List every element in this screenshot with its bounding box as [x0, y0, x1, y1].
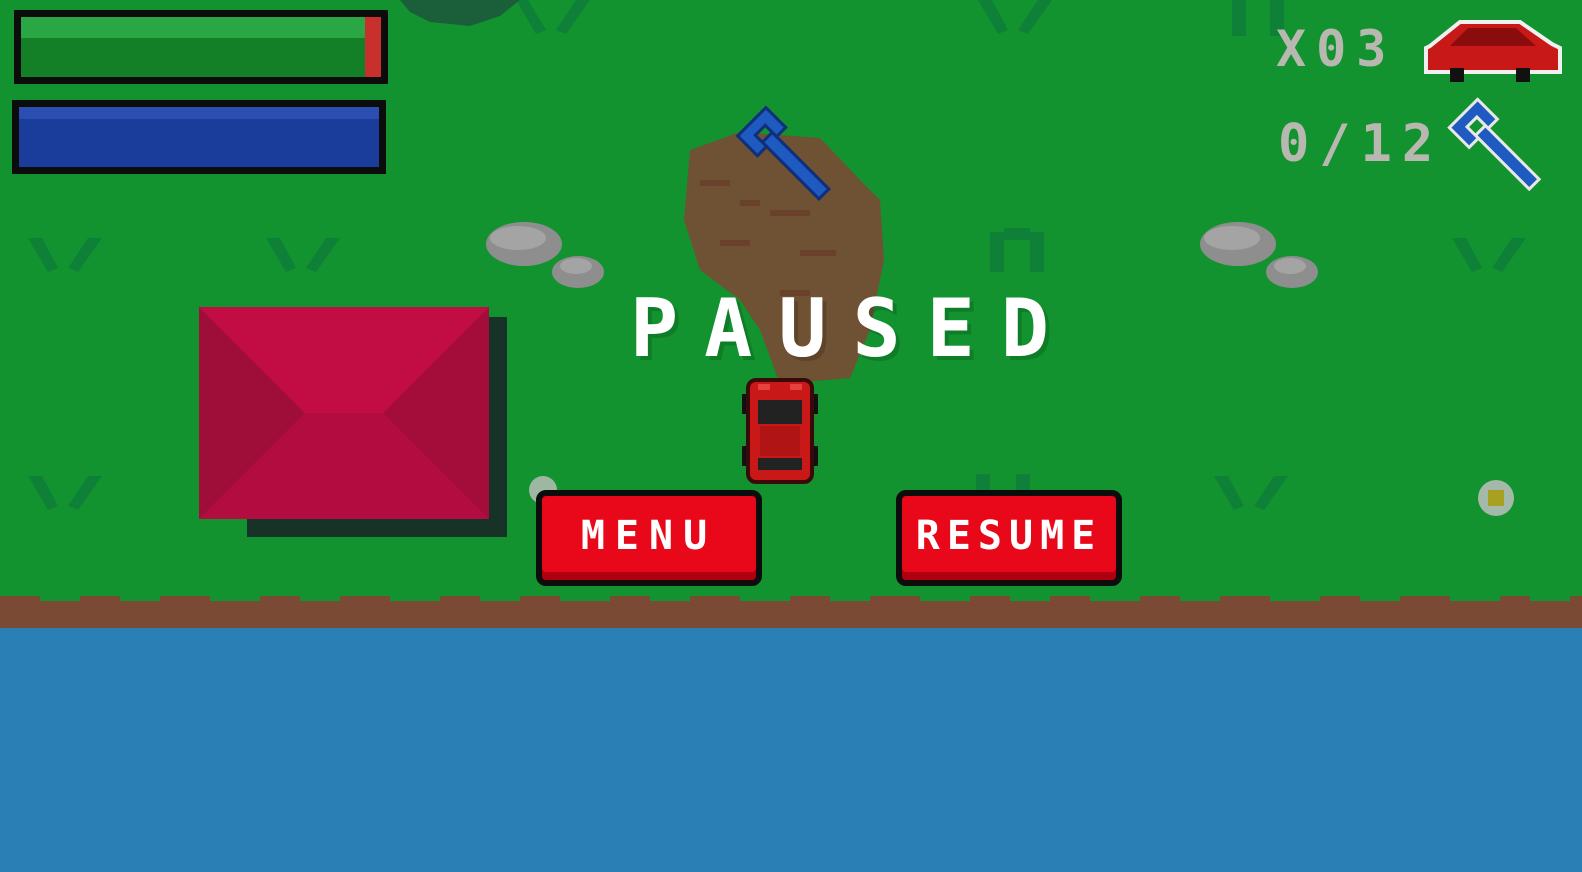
wrench-counter: 0/12 [1278, 114, 1444, 174]
wrench-pickup-icon [735, 105, 831, 201]
health-bar [14, 10, 388, 84]
lives-counter: X03 [1276, 20, 1397, 78]
paused-title: PAUSED [630, 282, 1075, 375]
health-bar-cap [365, 17, 381, 77]
wrench-icon [1447, 97, 1542, 192]
player-car-icon[interactable] [740, 376, 820, 486]
game-stage: X03 0/12 PAUSED MENU RESUME [0, 0, 1582, 872]
grass-edge [0, 585, 1582, 601]
energy-bar [12, 100, 386, 174]
menu-button[interactable]: MENU [536, 490, 762, 586]
tent-icon [199, 307, 489, 519]
river-water [0, 628, 1582, 872]
red-car-icon [1424, 20, 1562, 82]
resume-button[interactable]: RESUME [896, 490, 1122, 586]
